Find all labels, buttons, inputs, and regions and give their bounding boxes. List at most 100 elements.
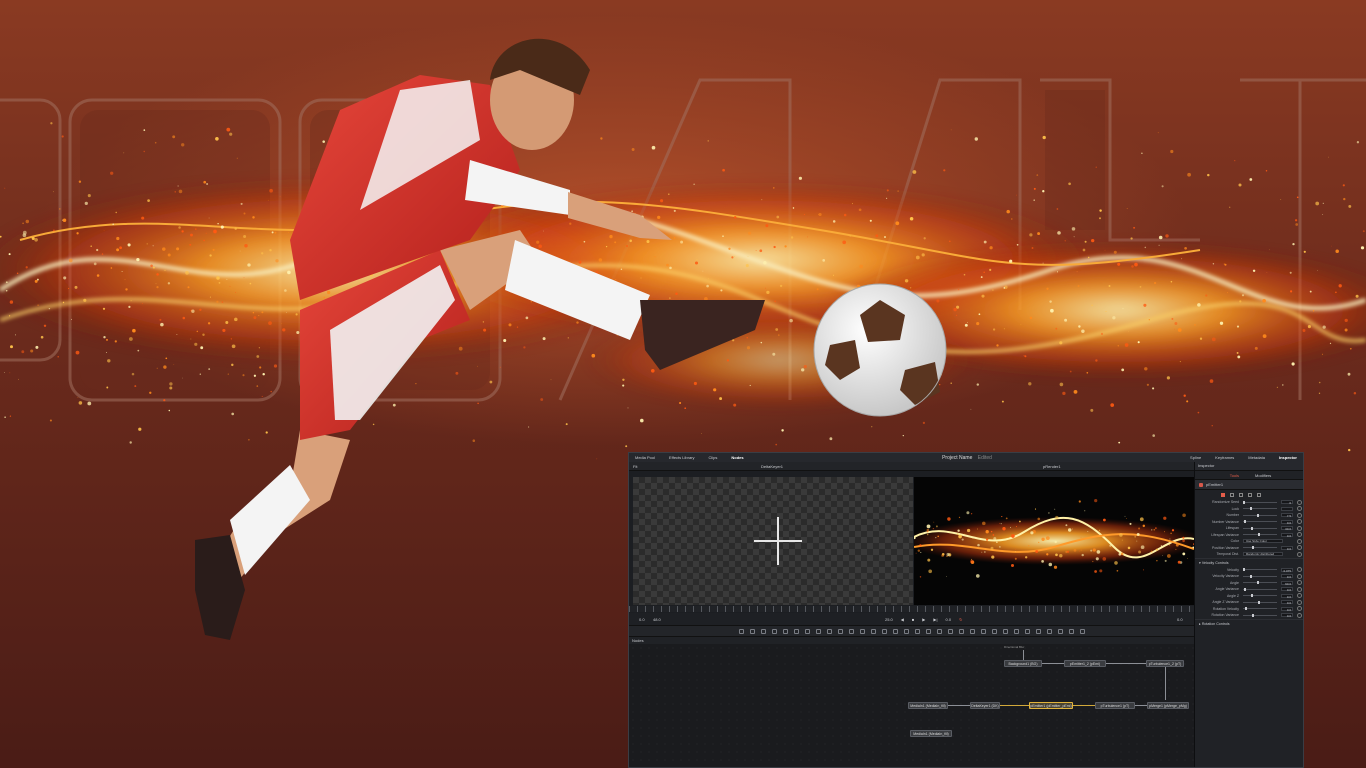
tool-icon[interactable] <box>837 628 843 634</box>
transport-current[interactable]: 0.0 <box>946 617 952 622</box>
keyframe-icon[interactable] <box>1297 567 1302 573</box>
field-value[interactable]: 0.0 <box>1281 574 1293 579</box>
tool-icon[interactable] <box>903 628 909 634</box>
field-slider[interactable] <box>1243 526 1277 530</box>
loop-icon[interactable]: ↻ <box>959 617 962 622</box>
region-icon[interactable] <box>1239 492 1243 497</box>
field-slider[interactable] <box>1243 600 1277 604</box>
tool-icon[interactable] <box>1046 628 1052 634</box>
tool-icon[interactable] <box>936 628 942 634</box>
node-pturbulence-1[interactable]: pTurbulence1 (pT) <box>1095 702 1135 709</box>
tool-icon[interactable] <box>1002 628 1008 634</box>
keyframe-icon[interactable] <box>1297 506 1302 512</box>
tool-icon[interactable] <box>1013 628 1019 634</box>
keyframe-icon[interactable] <box>1297 538 1302 544</box>
field-slider[interactable] <box>1243 500 1277 504</box>
node-background[interactable]: Background1 (BG) <box>1004 660 1042 667</box>
field-value[interactable]: 0.0 <box>1281 532 1293 538</box>
tool-icon[interactable] <box>892 628 898 634</box>
field-slider[interactable] <box>1243 581 1277 585</box>
field-slider[interactable] <box>1243 568 1277 572</box>
field-value[interactable] <box>1281 506 1293 511</box>
field-value[interactable]: 0.0 <box>1281 606 1293 612</box>
tool-icon[interactable] <box>991 628 997 634</box>
tool-icon[interactable] <box>980 628 986 634</box>
node-pmerge[interactable]: pMerge1 (pMerge_pMg) <box>1147 702 1189 709</box>
tab-media-pool[interactable]: Media Pool <box>635 455 655 460</box>
field-slider[interactable] <box>1243 520 1277 524</box>
keyframe-icon[interactable] <box>1297 586 1302 592</box>
field-value[interactable]: 0.0 <box>1281 600 1293 605</box>
field-value[interactable]: 0.075 <box>1281 567 1293 573</box>
field-slider[interactable] <box>1243 574 1277 578</box>
tab-keyframes[interactable]: Keyframes <box>1215 455 1234 460</box>
field-dropdown[interactable]: Use Style Color <box>1243 539 1283 544</box>
viewer-right[interactable] <box>914 477 1194 605</box>
field-value[interactable]: 0 <box>1281 500 1293 505</box>
tool-icon[interactable] <box>1057 628 1063 634</box>
tab-clips[interactable]: Clips <box>709 455 718 460</box>
node-mediain-1[interactable]: MediaIn1 (MediaIn_fill) <box>908 702 948 709</box>
tool-icon[interactable] <box>848 628 854 634</box>
tool-icon[interactable] <box>925 628 931 634</box>
field-slider[interactable] <box>1243 613 1277 617</box>
keyframe-icon[interactable] <box>1297 606 1302 612</box>
field-value[interactable]: 0.0 <box>1281 613 1293 618</box>
tab-tools[interactable]: Tools <box>1230 473 1239 478</box>
field-value[interactable]: 30.0 <box>1281 526 1293 531</box>
tool-icon[interactable] <box>870 628 876 634</box>
keyframe-icon[interactable] <box>1297 519 1302 525</box>
field-value[interactable]: 7.5 <box>1281 513 1293 518</box>
style-icon[interactable] <box>1230 492 1234 497</box>
field-value[interactable]: 0.0 <box>1281 593 1293 599</box>
sets-icon[interactable] <box>1248 492 1252 497</box>
tool-icon[interactable] <box>1024 628 1030 634</box>
tool-icon[interactable] <box>914 628 920 634</box>
keyframe-icon[interactable] <box>1297 599 1302 605</box>
tool-icon[interactable] <box>749 628 755 634</box>
tool-icon[interactable] <box>1035 628 1041 634</box>
tool-icon[interactable] <box>859 628 865 634</box>
node-pemitter-selected[interactable]: pEmitter1 (pEmitter_pEmi) <box>1029 702 1073 709</box>
tool-icon[interactable] <box>969 628 975 634</box>
node-graph[interactable]: Directional Blur Background1 (BG) pEmitt… <box>629 644 1194 767</box>
field-slider[interactable] <box>1243 546 1277 550</box>
tool-icon[interactable] <box>760 628 766 634</box>
keyframe-icon[interactable] <box>1297 512 1302 518</box>
tool-icon[interactable] <box>1068 628 1074 634</box>
keyframe-icon[interactable] <box>1297 573 1302 579</box>
tool-icon[interactable] <box>782 628 788 634</box>
field-slider[interactable] <box>1243 533 1277 537</box>
play-reverse-icon[interactable]: ◀ <box>901 617 904 622</box>
keyframe-icon[interactable] <box>1297 593 1302 599</box>
node-pturbulence-2[interactable]: pTurbulence1_2 (pT) <box>1146 660 1184 667</box>
tool-icon[interactable] <box>793 628 799 634</box>
tool-icon[interactable] <box>815 628 821 634</box>
node-pemitter-2[interactable]: pEmitter1_2 (pEmi) <box>1064 660 1106 667</box>
tab-inspector[interactable]: Inspector <box>1279 455 1297 460</box>
keyframe-icon[interactable] <box>1297 499 1302 505</box>
viewer-left-zoom[interactable]: Fit <box>633 464 637 469</box>
stop-icon[interactable]: ■ <box>912 617 914 622</box>
tool-icon[interactable] <box>1079 628 1085 634</box>
inspector-node-header[interactable]: pEmitter1 <box>1195 480 1303 490</box>
field-slider[interactable] <box>1243 607 1277 611</box>
viewer-left[interactable] <box>633 477 913 605</box>
keyframe-icon[interactable] <box>1297 545 1302 551</box>
keyframe-icon[interactable] <box>1297 532 1302 538</box>
time-ruler[interactable] <box>629 606 1194 612</box>
skip-end-icon[interactable]: ▶| <box>933 617 937 622</box>
tab-nodes[interactable]: Nodes <box>731 455 743 460</box>
rotation-section[interactable]: ▸ Rotation Controls <box>1195 618 1303 628</box>
keyframe-icon[interactable] <box>1297 612 1302 618</box>
transport-start[interactable]: 0.0 <box>639 617 645 622</box>
field-dropdown[interactable]: Randomly distributed <box>1243 552 1283 557</box>
field-slider[interactable] <box>1243 594 1277 598</box>
tab-modifiers[interactable]: Modifiers <box>1255 473 1271 478</box>
tab-metadata[interactable]: Metadata <box>1248 455 1265 460</box>
keyframe-icon[interactable] <box>1297 580 1302 586</box>
tool-icon[interactable] <box>958 628 964 634</box>
field-slider[interactable] <box>1243 513 1277 517</box>
play-icon[interactable]: ▶ <box>922 617 925 622</box>
tab-effects-library[interactable]: Effects Library <box>669 455 695 460</box>
